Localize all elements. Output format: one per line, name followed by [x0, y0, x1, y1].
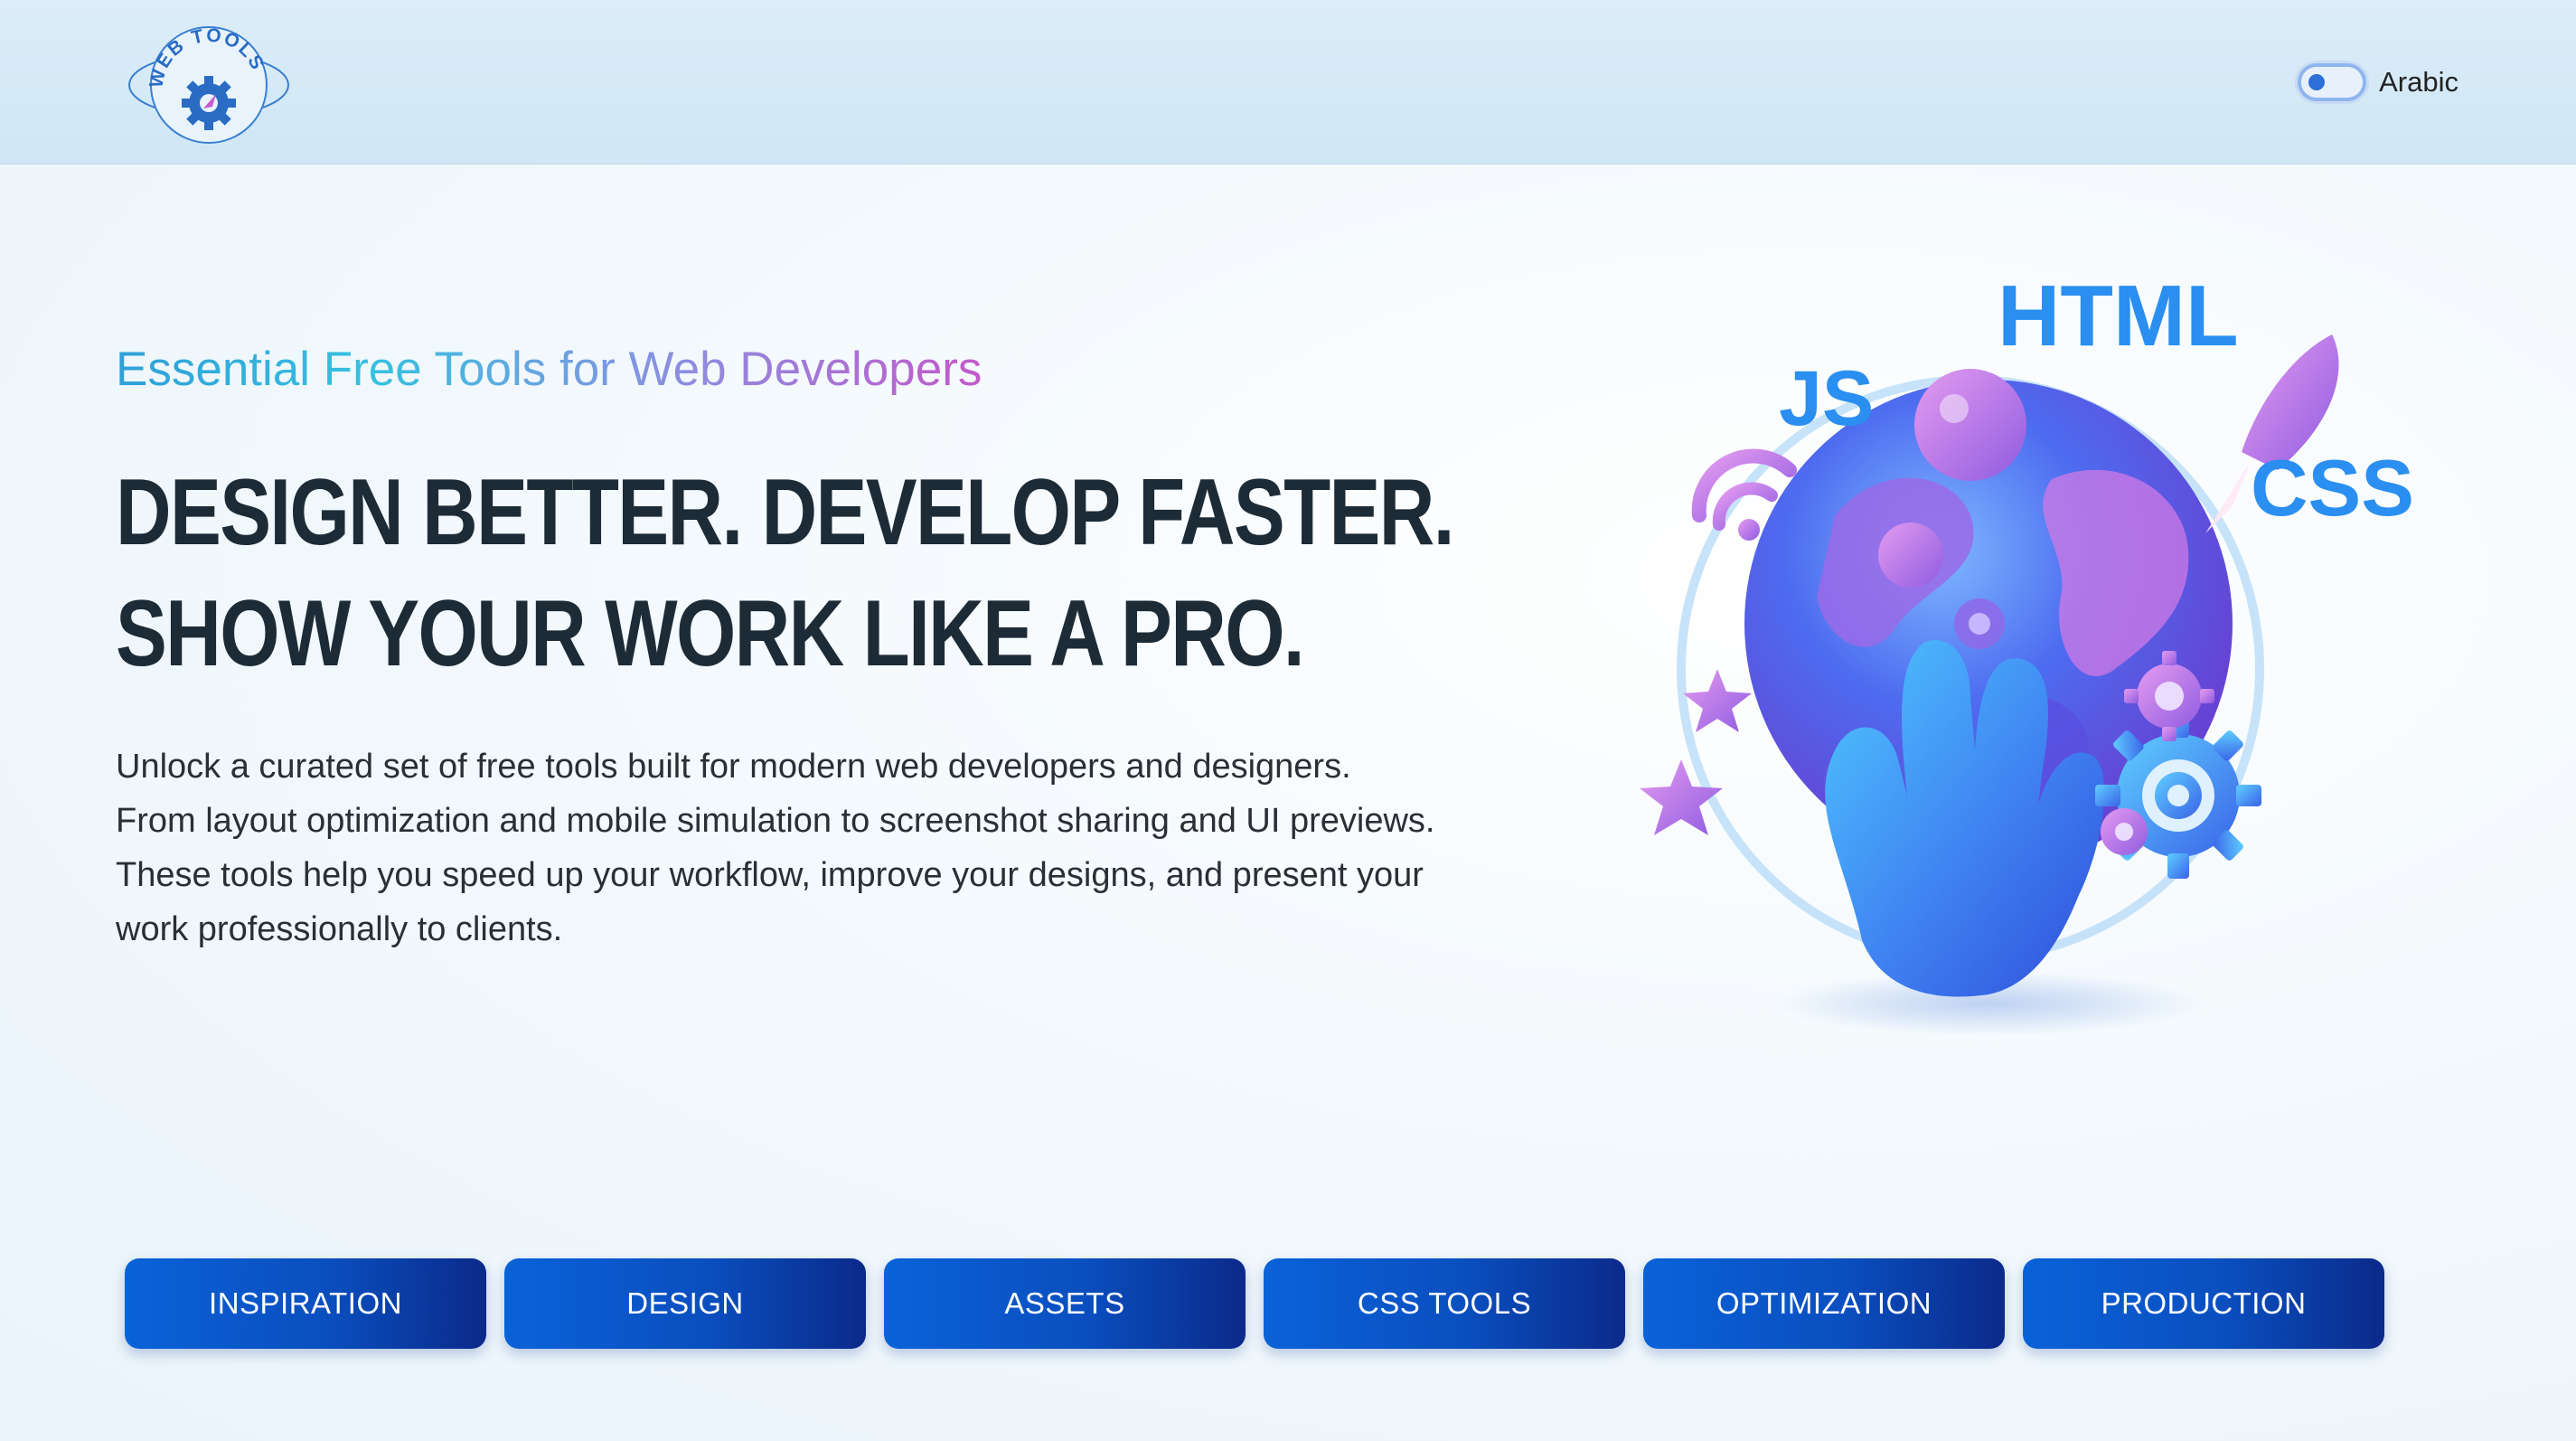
hero-illustration: HTML JS CSS: [1640, 268, 2414, 1036]
description-line: Unlock a curated set of free tools built…: [116, 748, 1351, 786]
bubble: [1878, 523, 1943, 588]
description-line: From layout optimization and mobile simu…: [116, 802, 1435, 840]
nav-button-design[interactable]: DESIGN: [504, 1258, 866, 1349]
bubble-highlight: [1940, 394, 1969, 423]
site-header: WEB TOOLS Arabic: [0, 0, 2576, 165]
description-line: work professionally to clients.: [116, 910, 563, 948]
nav-button-production[interactable]: PRODUCTION: [2023, 1258, 2384, 1349]
gear-small-icon: [2101, 808, 2148, 855]
css-label: CSS: [2251, 443, 2414, 532]
bubble: [1914, 369, 2026, 481]
nav-button-inspiration[interactable]: INSPIRATION: [125, 1258, 486, 1349]
headline-line-1: DESIGN BETTER. DEVELOP FASTER.: [116, 460, 1454, 565]
nav-button-optimization[interactable]: OPTIMIZATION: [1643, 1258, 2005, 1349]
toggle-knob: [2308, 74, 2326, 90]
hero-description: Unlock a curated set of free tools built…: [116, 739, 1526, 956]
star-icon: [1640, 759, 1723, 835]
star-icon: [1683, 669, 1752, 732]
toggle-switch[interactable]: [2298, 63, 2367, 101]
js-label: JS: [1779, 355, 1874, 442]
nav-button-assets[interactable]: ASSETS: [884, 1258, 1246, 1349]
headline-line-2: SHOW YOUR WORK LIKE A PRO.: [116, 581, 1305, 686]
description-line: These tools help you speed up your workf…: [116, 856, 1424, 894]
web-tools-logo[interactable]: WEB TOOLS: [125, 18, 293, 146]
html-label: HTML: [1998, 268, 2239, 364]
category-nav: INSPIRATION DESIGN ASSETS CSS TOOLS OPTI…: [125, 1258, 2384, 1349]
language-toggle[interactable]: Arabic: [2298, 60, 2458, 105]
rocket-flame: [2205, 461, 2251, 533]
language-label: Arabic: [2379, 66, 2458, 98]
nav-button-css-tools[interactable]: CSS TOOLS: [1264, 1258, 1625, 1349]
hero-headline: DESIGN BETTER. DEVELOP FASTER. SHOW YOUR…: [116, 452, 1454, 694]
hero-subtitle: Essential Free Tools for Web Developers: [116, 343, 982, 396]
gear-globe-icon: [1954, 598, 2005, 649]
